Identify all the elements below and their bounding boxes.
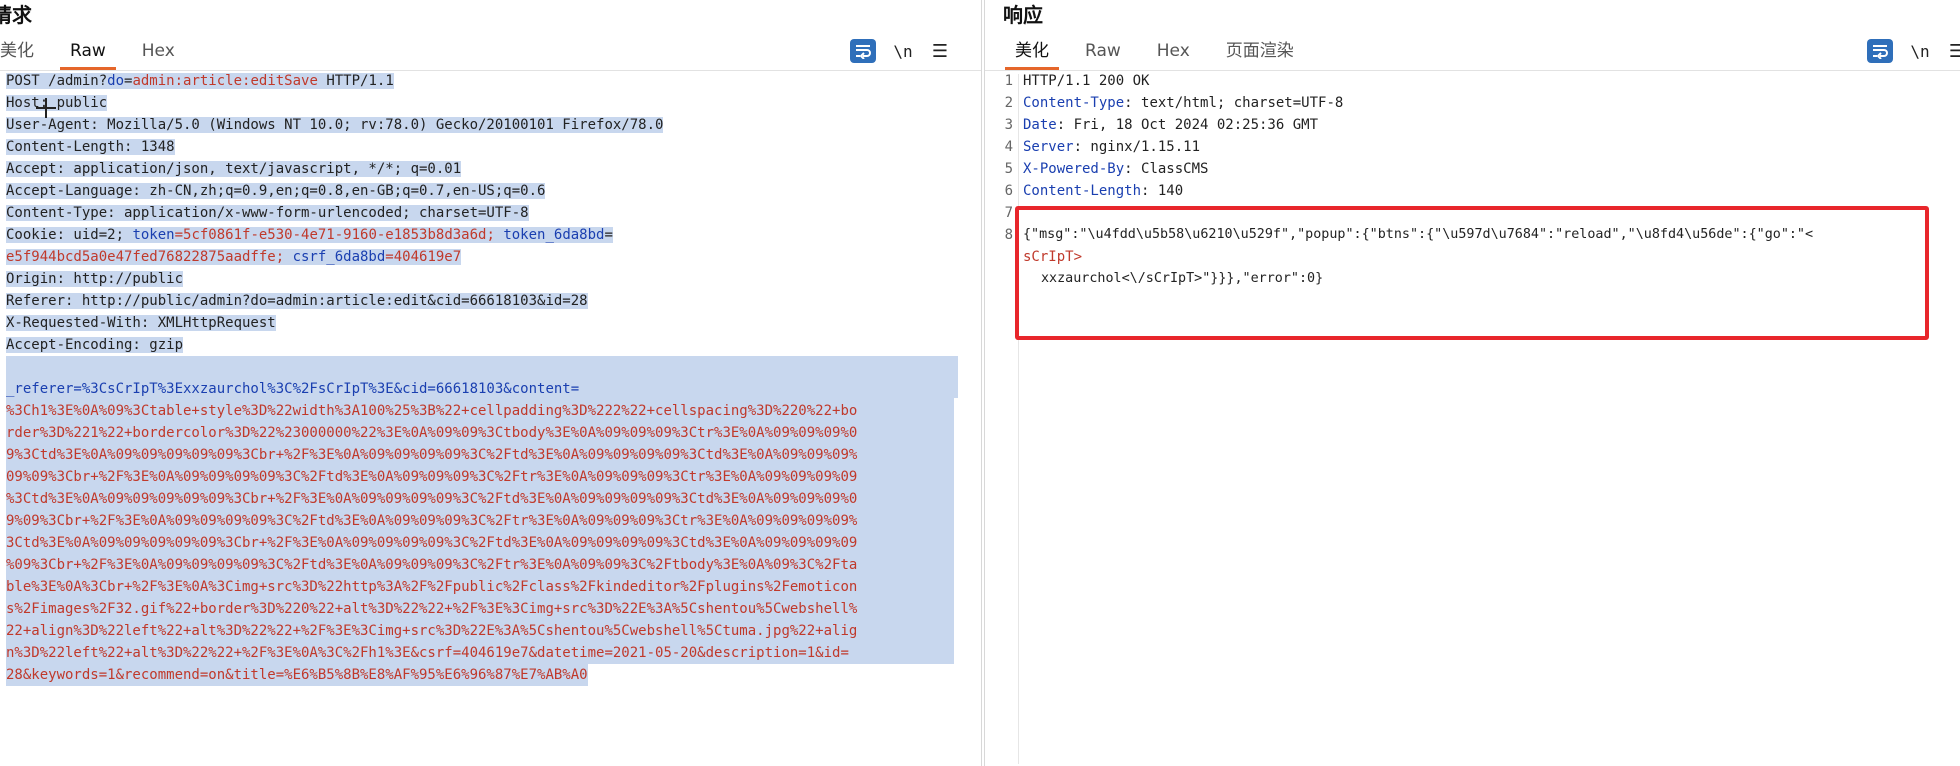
show-newlines-button[interactable]: \n — [1907, 42, 1933, 61]
wrap-lines-button[interactable] — [1867, 39, 1893, 63]
line-number: 8 — [1004, 227, 1013, 243]
header-line: Accept-Encoding: gzip — [6, 337, 184, 353]
tab-hex[interactable]: Hex — [1139, 38, 1208, 70]
body-line: s%2Fimages%2F32.gif%22+border%3D%220%22+… — [6, 598, 954, 620]
response-pane: 响应 美化 Raw Hex 页面渲染 \n ☰ 1 2 3 4 5 6 7 8 — [984, 0, 1960, 766]
tab-render[interactable]: 页面渲染 — [1208, 38, 1312, 70]
body-line: _referer=%3CsCrIpT%3Exxzaurchol%3C%2FsCr… — [6, 378, 954, 400]
header-line: Origin: http://public — [6, 271, 184, 287]
header-line: Accept-Language: zh-CN,zh;q=0.9,en;q=0.8… — [6, 183, 546, 199]
body-line: 22+align%3D%22left%22+alt%3D%22%22+%2F%3… — [6, 620, 954, 642]
body-line: 9%09%3Cbr+%2F%3E%0A%09%09%09%09%3C%2Ftd%… — [6, 510, 954, 532]
body-line: %09%3Cbr+%2F%3E%0A%09%09%09%09%3C%2Ftd%3… — [6, 554, 954, 576]
header-line: X-Requested-With: XMLHttpRequest — [6, 315, 276, 331]
body-line: 9%3Ctd%3E%0A%09%09%09%09%09%3Cbr+%2F%3E%… — [6, 444, 954, 466]
tab-raw[interactable]: Raw — [1067, 38, 1139, 70]
line-number: 3 — [1004, 117, 1013, 133]
body-line: ble%3E%0A%3Cbr+%2F%3E%0A%3Cimg+src%3D%22… — [6, 576, 954, 598]
tab-pretty[interactable]: 美化 — [997, 38, 1067, 70]
line-number: 7 — [1004, 205, 1013, 221]
crosshair-cursor-icon — [36, 98, 56, 118]
body-line: 28&keywords=1&recommend=on&title=%E6%B5%… — [6, 664, 588, 686]
header-line: User-Agent: Mozilla/5.0 (Windows NT 10.0… — [6, 117, 664, 133]
cookie-line: Cookie: uid=2; token=5cf0861f-e530-4e71-… — [6, 227, 613, 243]
body-line: %3Ch1%3E%0A%09%3Ctable+style%3D%22width%… — [6, 400, 954, 422]
show-newlines-button[interactable]: \n — [890, 42, 916, 61]
header-line: Content-Type: application/x-www-form-url… — [6, 205, 529, 221]
tab-raw[interactable]: Raw — [52, 38, 124, 70]
response-editor[interactable]: 1 2 3 4 5 6 7 8 HTTP/1.1 200 OK Content-… — [985, 73, 1960, 764]
cookie-line: e5f944bcd5a0e47fed76822875aadffe; csrf_6… — [6, 249, 462, 265]
header-line: Referer: http://public/admin?do=admin:ar… — [6, 293, 588, 309]
request-pane: 请求 美化 Raw Hex \n ☰ POST /admin?do=admin:… — [0, 0, 982, 766]
header-line: Date: Fri, 18 Oct 2024 02:25:36 GMT — [1023, 117, 1319, 133]
line-number: 2 — [1004, 95, 1013, 111]
request-tabs: 美化 Raw Hex — [0, 38, 193, 70]
request-toolbar: \n ☰ — [850, 36, 950, 66]
menu-icon[interactable]: ☰ — [1947, 41, 1960, 62]
response-tabs: 美化 Raw Hex 页面渲染 — [997, 38, 1312, 70]
request-line: POST /admin?do=admin:article:editSave HT… — [6, 73, 394, 89]
line-number-gutter: 1 2 3 4 5 6 7 8 — [985, 73, 1019, 764]
body-line: 09%09%3Cbr+%2F%3E%0A%09%09%09%09%3C%2Ftd… — [6, 466, 954, 488]
header-line: Content-Type: text/html; charset=UTF-8 — [1023, 95, 1344, 111]
body-line: 3Ctd%3E%0A%09%09%09%09%09%3Cbr+%2F%3E%0A… — [6, 532, 954, 554]
wrap-lines-button[interactable] — [850, 39, 876, 63]
header-line: Content-Length: 140 — [1023, 183, 1184, 199]
line-number: 4 — [1004, 139, 1013, 155]
tab-hex[interactable]: Hex — [124, 38, 193, 70]
wrap-lines-icon — [1873, 45, 1888, 59]
header-line: Content-Length: 1348 — [6, 139, 175, 155]
request-editor[interactable]: POST /admin?do=admin:article:editSave HT… — [0, 73, 960, 764]
request-title: 请求 — [0, 3, 32, 27]
header-line: X-Powered-By: ClassCMS — [1023, 161, 1209, 177]
line-number: 6 — [1004, 183, 1013, 199]
body-line: rder%3D%221%22+bordercolor%3D%22%2300000… — [6, 422, 954, 444]
wrap-lines-icon — [856, 45, 871, 59]
tab-pretty[interactable]: 美化 — [0, 38, 52, 70]
status-line: HTTP/1.1 200 OK — [1023, 73, 1150, 89]
header-line: Accept: application/json, text/javascrip… — [6, 161, 462, 177]
menu-icon[interactable]: ☰ — [930, 41, 950, 62]
response-toolbar: \n ☰ — [1867, 36, 1960, 66]
body-line: n%3D%22left%22+alt%3D%22%22+%2F%3E%0A%3C… — [6, 642, 954, 664]
line-number: 1 — [1004, 73, 1013, 89]
body-line: %3Ctd%3E%0A%09%09%09%09%09%3Cbr+%2F%3E%0… — [6, 488, 954, 510]
header-line: Host: public — [6, 95, 108, 111]
response-title: 响应 — [1003, 3, 1043, 27]
highlight-box — [1015, 206, 1929, 340]
header-line: Server: nginx/1.15.11 — [1023, 139, 1201, 155]
line-number: 5 — [1004, 161, 1013, 177]
